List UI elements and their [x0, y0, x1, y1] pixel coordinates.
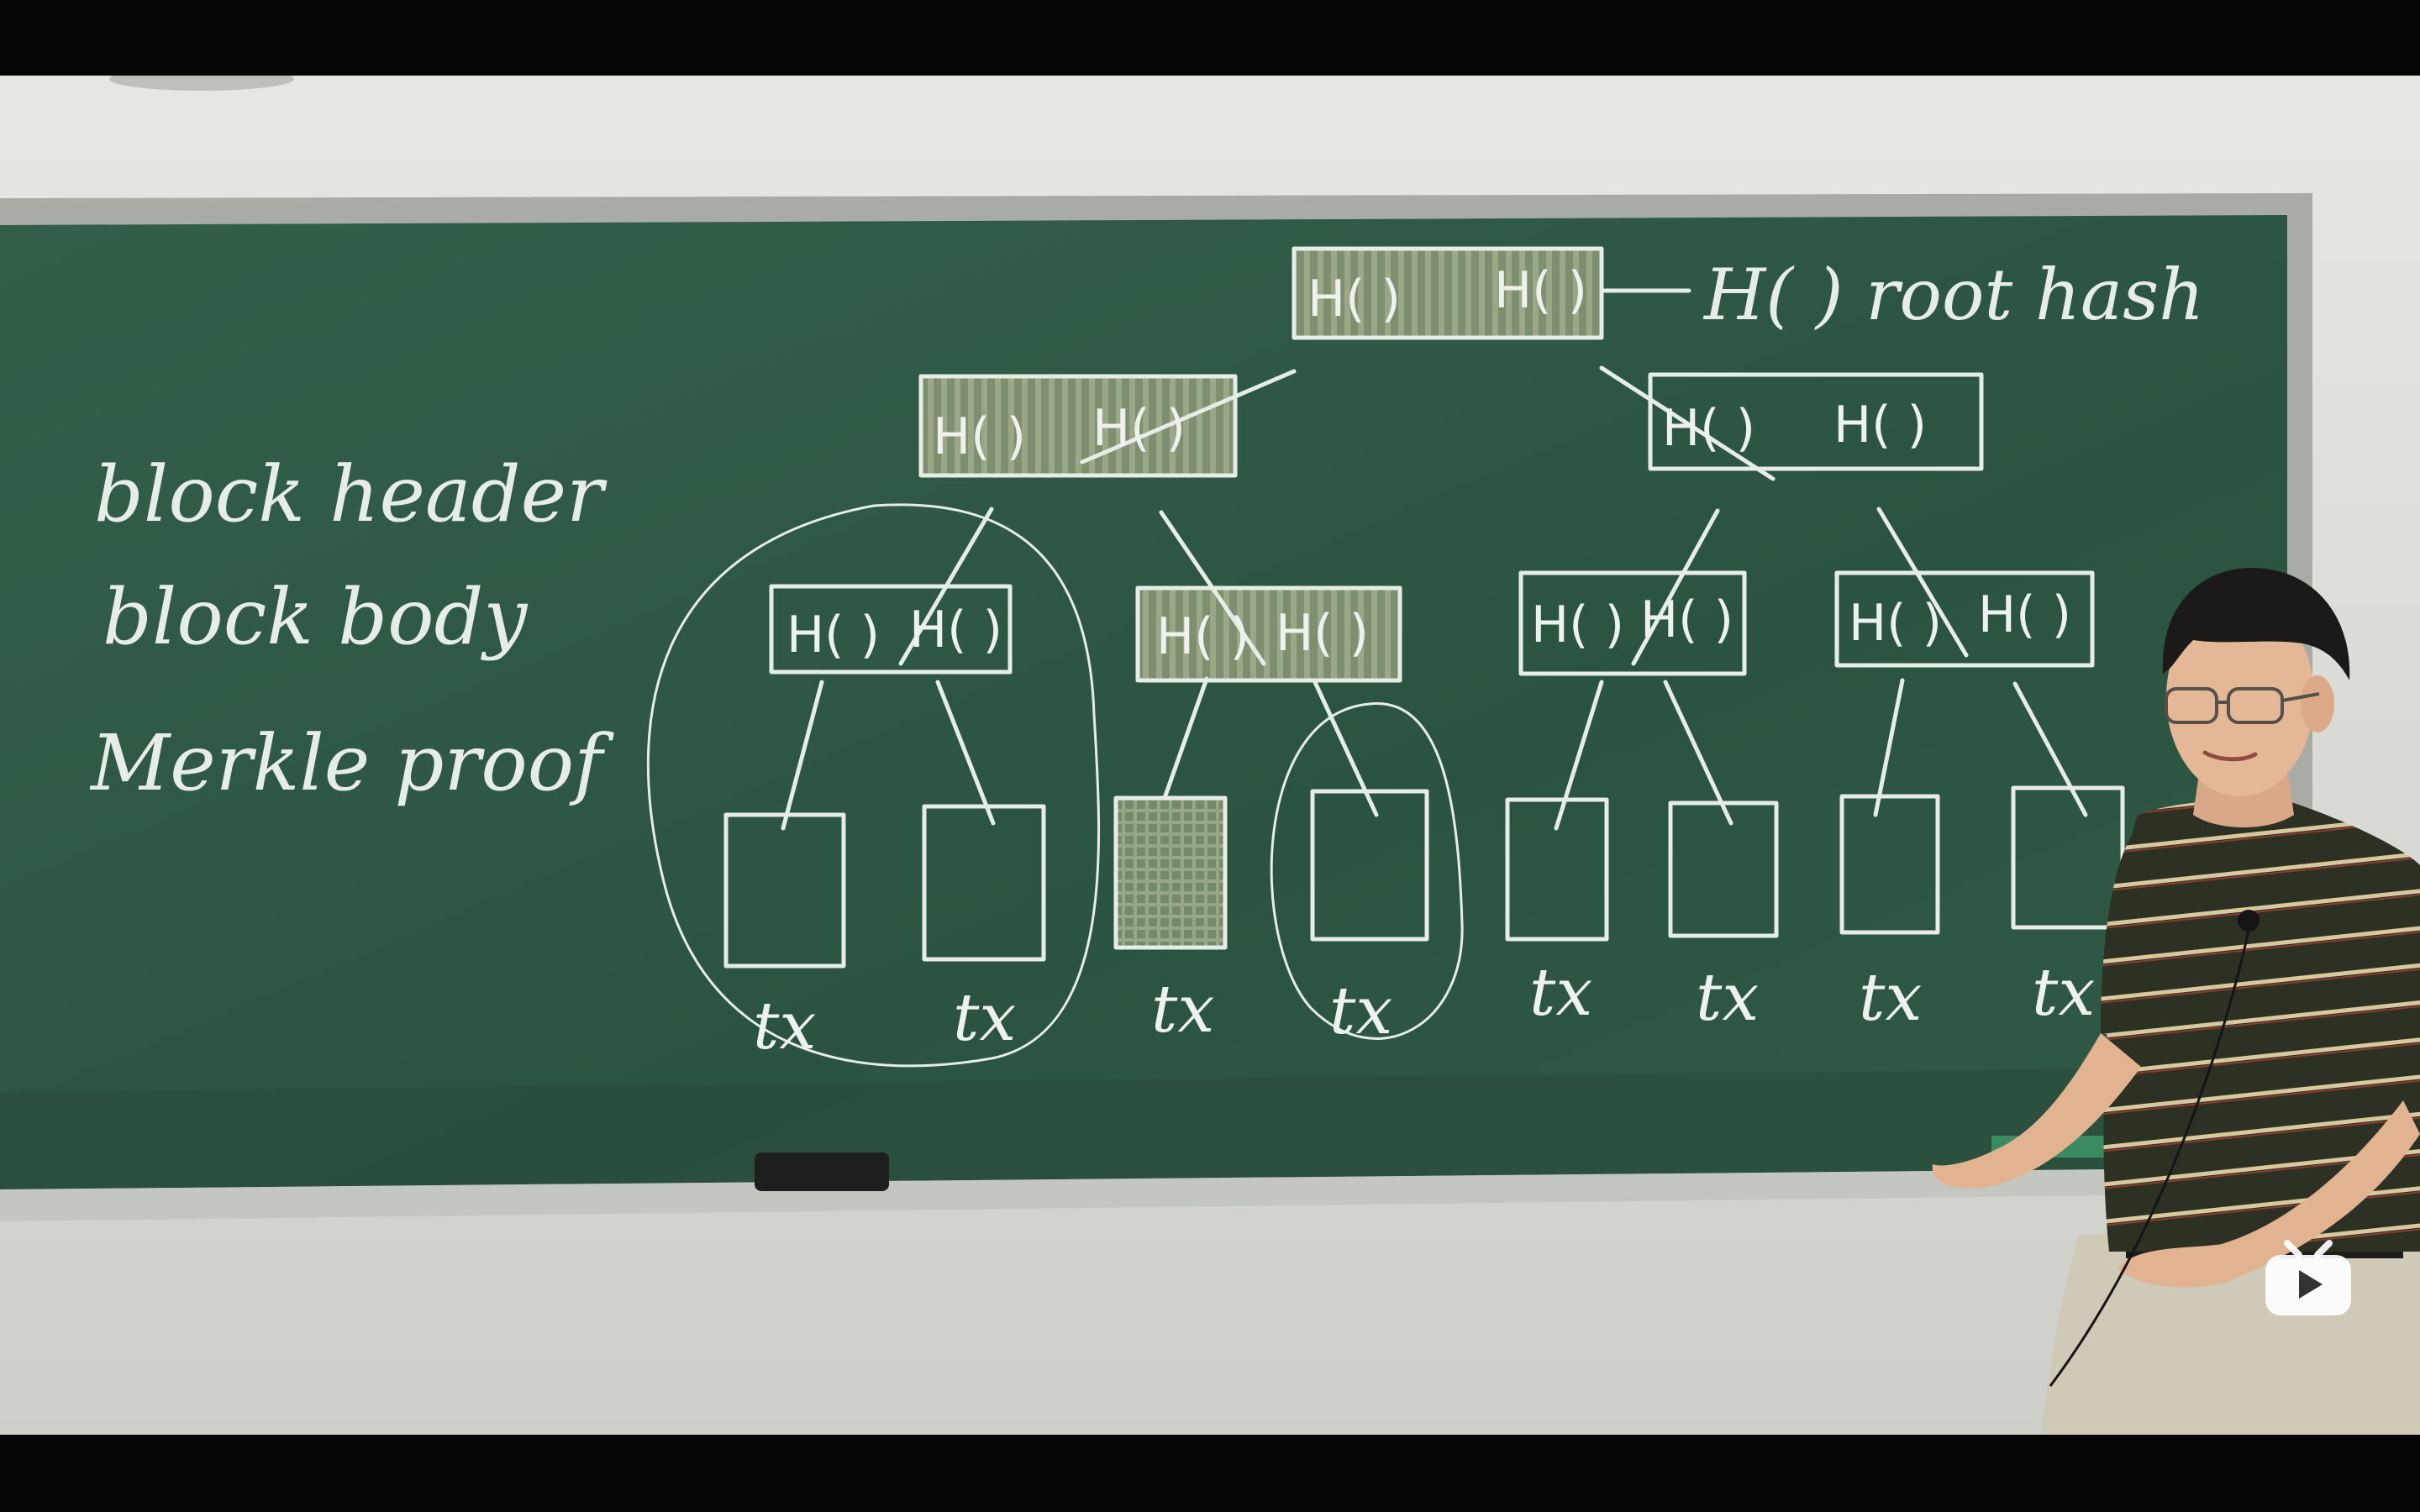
tx-label-4: tx: [1329, 974, 1392, 1049]
l2-4-h-right: H( ): [1978, 585, 2071, 644]
l2-2-h-right: H( ): [1276, 604, 1369, 663]
letterbox-bottom: [0, 1435, 2420, 1512]
tx-label-3: tx: [1151, 972, 1214, 1047]
l2-2-h-left: H( ): [1156, 607, 1249, 666]
tx-label-6: tx: [1696, 960, 1759, 1036]
note-block-body: block body: [103, 572, 528, 662]
lecture-scene: block header block body Merkle proof H( …: [0, 76, 2420, 1435]
tx-label-2: tx: [953, 980, 1016, 1056]
l2-3-h-right: H( ): [1640, 591, 1733, 649]
chalkboard: [0, 193, 2312, 1221]
l1-left-h-right: H( ): [1092, 399, 1186, 458]
l1-right-h-right: H( ): [1833, 396, 1927, 454]
root-hash-h-right: H( ): [1494, 261, 1587, 320]
l1-left-h-left: H( ): [933, 407, 1026, 466]
tx-label-7: tx: [1859, 960, 1922, 1036]
l1-right-h-left: H( ): [1662, 399, 1755, 458]
play-tv-icon: [2265, 1240, 2351, 1315]
l2-1-h-right: H( ): [909, 601, 1002, 659]
tx-leaf-3: [1113, 795, 1228, 950]
note-merkle-proof: Merkle proof: [89, 718, 614, 808]
l2-1-h-left: H( ): [786, 606, 880, 664]
tx-label-8: tx: [2032, 955, 2095, 1031]
tx-label-1: tx: [753, 989, 816, 1064]
l2-4-h-left: H( ): [1849, 594, 1942, 653]
l2-3-h-left: H( ): [1531, 596, 1624, 654]
tx-label-5: tx: [1529, 955, 1592, 1031]
eraser: [755, 1152, 889, 1191]
note-block-header: block header: [94, 449, 608, 539]
root-hash-label: H( ) root hash: [1702, 254, 2204, 336]
root-hash-h-left: H( ): [1307, 270, 1401, 328]
letterbox-top: [0, 0, 2420, 76]
